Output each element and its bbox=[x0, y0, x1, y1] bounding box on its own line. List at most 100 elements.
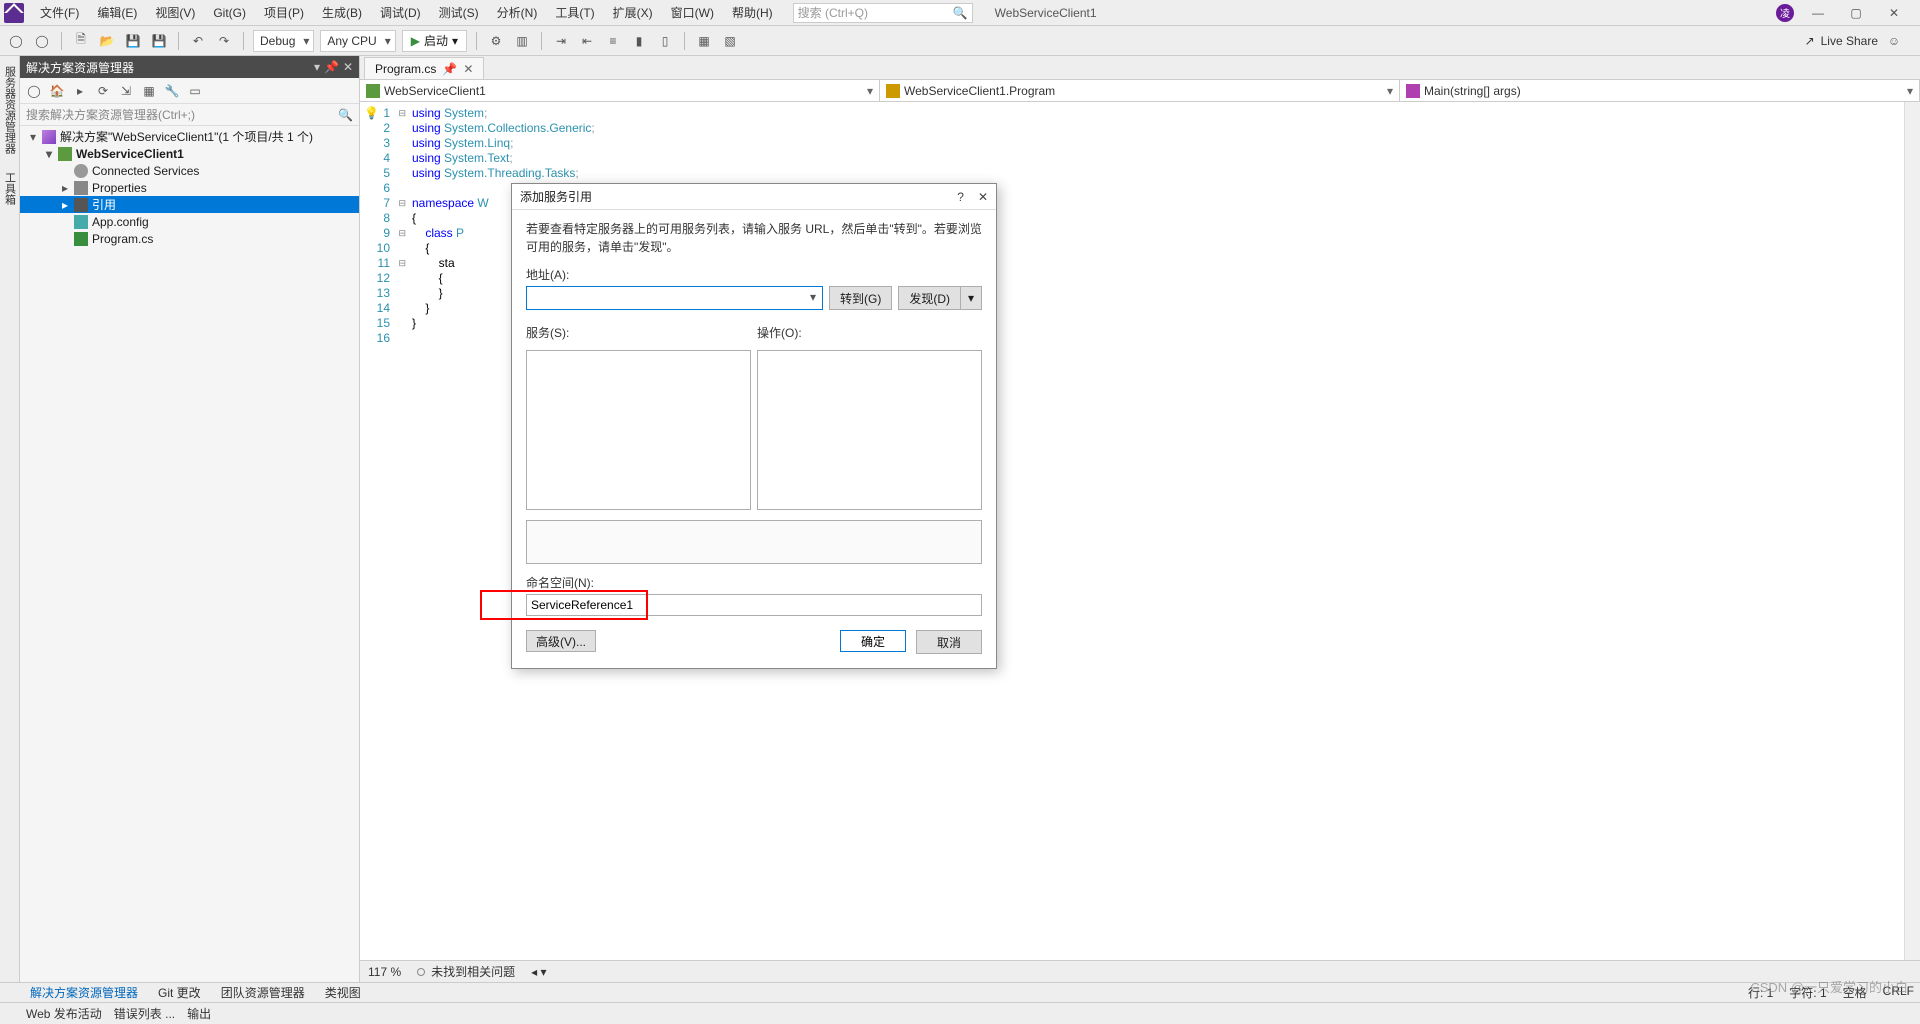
issues-indicator[interactable]: 未找到相关问题 bbox=[417, 963, 515, 980]
project-node[interactable]: ▾WebServiceClient1 bbox=[20, 145, 359, 162]
status-line: 行: 1 bbox=[1748, 984, 1773, 1001]
new-project-icon[interactable]: 🗎 bbox=[71, 31, 91, 51]
tool-icon-4[interactable]: ▦ bbox=[694, 31, 714, 51]
toolbox-tab[interactable]: 工具箱 bbox=[0, 166, 20, 211]
undo-icon[interactable]: ↶ bbox=[188, 31, 208, 51]
menu-window[interactable]: 窗口(W) bbox=[663, 1, 722, 24]
save-icon[interactable]: 💾 bbox=[123, 31, 143, 51]
standard-toolbar: ◯ ◯ 🗎 📂 💾 💾 ↶ ↷ Debug Any CPU ▶ 启动 ▾ ⚙ ▥… bbox=[0, 26, 1920, 56]
menu-tools[interactable]: 工具(T) bbox=[547, 1, 602, 24]
tab-class-view[interactable]: 类视图 bbox=[321, 982, 365, 1003]
comment-icon[interactable]: ▮ bbox=[629, 31, 649, 51]
minimize-button[interactable]: — bbox=[1804, 6, 1832, 20]
menu-edit[interactable]: 编辑(E) bbox=[89, 1, 145, 24]
menu-view[interactable]: 视图(V) bbox=[147, 1, 203, 24]
close-tab-icon[interactable]: ✕ bbox=[463, 62, 473, 76]
tab-git-changes[interactable]: Git 更改 bbox=[154, 982, 205, 1003]
redo-icon[interactable]: ↷ bbox=[214, 31, 234, 51]
autohide-icon[interactable]: ▾ bbox=[314, 60, 320, 74]
live-share-button[interactable]: ↗ Live Share ☺ bbox=[1805, 31, 1914, 51]
menu-ext[interactable]: 扩展(X) bbox=[605, 1, 661, 24]
maximize-button[interactable]: ▢ bbox=[1842, 6, 1870, 20]
address-input[interactable] bbox=[526, 286, 823, 310]
menu-help[interactable]: 帮助(H) bbox=[724, 1, 781, 24]
home-icon[interactable]: ◯ bbox=[24, 81, 44, 101]
menu-analyze[interactable]: 分析(N) bbox=[489, 1, 546, 24]
step-icon-2[interactable]: ⇤ bbox=[577, 31, 597, 51]
forward-icon[interactable]: ◯ bbox=[32, 31, 52, 51]
user-avatar[interactable]: 凌 bbox=[1776, 4, 1794, 22]
dialog-help-icon[interactable]: ? bbox=[957, 190, 964, 204]
zoom-level[interactable]: 117 % bbox=[368, 965, 401, 979]
go-button[interactable]: 转到(G) bbox=[829, 286, 892, 310]
prop-icon[interactable]: 🔧 bbox=[162, 81, 182, 101]
menu-project[interactable]: 项目(P) bbox=[256, 1, 312, 24]
discover-dropdown[interactable]: ▾ bbox=[960, 286, 982, 310]
namespace-input[interactable] bbox=[526, 594, 982, 616]
preview-icon[interactable]: ▭ bbox=[185, 81, 205, 101]
ok-button[interactable]: 确定 bbox=[840, 630, 906, 652]
tab-error-list[interactable]: 错误列表 ... bbox=[114, 1005, 175, 1022]
uncomment-icon[interactable]: ▯ bbox=[655, 31, 675, 51]
menu-file[interactable]: 文件(F) bbox=[32, 1, 87, 24]
menu-test[interactable]: 测试(S) bbox=[431, 1, 487, 24]
pin-icon[interactable]: 📌 bbox=[324, 60, 339, 74]
cancel-button[interactable]: 取消 bbox=[916, 630, 982, 654]
programcs-node[interactable]: Program.cs bbox=[20, 230, 359, 247]
showall-icon[interactable]: ▦ bbox=[139, 81, 159, 101]
open-icon[interactable]: 📂 bbox=[97, 31, 117, 51]
tab-web-publish[interactable]: Web 发布活动 bbox=[26, 1005, 102, 1022]
tool-icon-2[interactable]: ▥ bbox=[512, 31, 532, 51]
discover-button[interactable]: 发现(D) bbox=[898, 286, 961, 310]
start-debug-button[interactable]: ▶ 启动 ▾ bbox=[402, 30, 467, 52]
back-icon[interactable]: ◯ bbox=[6, 31, 26, 51]
menu-git[interactable]: Git(G) bbox=[205, 3, 254, 23]
services-listbox[interactable] bbox=[526, 350, 751, 510]
advanced-button[interactable]: 高级(V)... bbox=[526, 630, 596, 652]
tool-icon-5[interactable]: ▧ bbox=[720, 31, 740, 51]
step-icon-3[interactable]: ≡ bbox=[603, 31, 623, 51]
solution-explorer-title: 解决方案资源管理器 bbox=[26, 59, 134, 76]
tab-solexp[interactable]: 解决方案资源管理器 bbox=[26, 982, 142, 1003]
tool-icon[interactable]: ⚙ bbox=[486, 31, 506, 51]
home-icon-2[interactable]: 🏠 bbox=[47, 81, 67, 101]
save-all-icon[interactable]: 💾 bbox=[149, 31, 169, 51]
platform-combo[interactable]: Any CPU bbox=[320, 30, 395, 52]
connected-services-node[interactable]: Connected Services bbox=[20, 162, 359, 179]
member-combo[interactable]: Main(string[] args) bbox=[1400, 80, 1920, 101]
solution-explorer-header: 解决方案资源管理器 ▾ 📌 ✕ bbox=[20, 56, 359, 78]
collapse-icon[interactable]: ⇲ bbox=[116, 81, 136, 101]
operations-listbox[interactable] bbox=[757, 350, 982, 510]
close-button[interactable]: ✕ bbox=[1880, 6, 1908, 20]
quick-launch-search[interactable]: 搜索 (Ctrl+Q) 🔍 bbox=[793, 3, 973, 23]
step-icon[interactable]: ⇥ bbox=[551, 31, 571, 51]
vs-logo-icon bbox=[4, 3, 24, 23]
menu-debug[interactable]: 调试(D) bbox=[372, 1, 429, 24]
lightbulb-icon[interactable]: 💡 bbox=[364, 106, 379, 121]
solution-node[interactable]: ▾解决方案"WebServiceClient1"(1 个项目/共 1 个) bbox=[20, 128, 359, 145]
menubar: 文件(F) 编辑(E) 视图(V) Git(G) 项目(P) 生成(B) 调试(… bbox=[0, 0, 1920, 26]
left-docked-tabs: 服务器资源管理器 工具箱 bbox=[0, 56, 20, 982]
editor-scrollbar[interactable] bbox=[1904, 102, 1920, 960]
appconfig-node[interactable]: App.config bbox=[20, 213, 359, 230]
close-pane-icon[interactable]: ✕ bbox=[343, 60, 353, 74]
tab-team-explorer[interactable]: 团队资源管理器 bbox=[217, 982, 309, 1003]
class-combo[interactable]: WebServiceClient1.Program bbox=[880, 80, 1400, 101]
refresh-icon[interactable]: ⟳ bbox=[93, 81, 113, 101]
project-combo[interactable]: WebServiceClient1 bbox=[360, 80, 880, 101]
properties-node[interactable]: ▸Properties bbox=[20, 179, 359, 196]
tab-output[interactable]: 输出 bbox=[187, 1005, 211, 1022]
solution-search[interactable]: 搜索解决方案资源管理器(Ctrl+;) 🔍 bbox=[20, 104, 359, 126]
pin-tab-icon[interactable]: 📌 bbox=[442, 62, 457, 76]
search-icon: 🔍 bbox=[953, 6, 968, 20]
server-explorer-tab[interactable]: 服务器资源管理器 bbox=[0, 60, 20, 160]
config-combo[interactable]: Debug bbox=[253, 30, 314, 52]
references-node[interactable]: ▸引用 bbox=[20, 196, 359, 213]
cs-file-icon bbox=[74, 232, 88, 246]
sync-icon[interactable]: ▸ bbox=[70, 81, 90, 101]
dialog-close-icon[interactable]: ✕ bbox=[978, 190, 988, 204]
feedback-icon[interactable]: ☺ bbox=[1884, 31, 1904, 51]
menu-build[interactable]: 生成(B) bbox=[314, 1, 370, 24]
cs-icon bbox=[366, 84, 380, 98]
tab-program-cs[interactable]: Program.cs 📌 ✕ bbox=[364, 57, 484, 79]
